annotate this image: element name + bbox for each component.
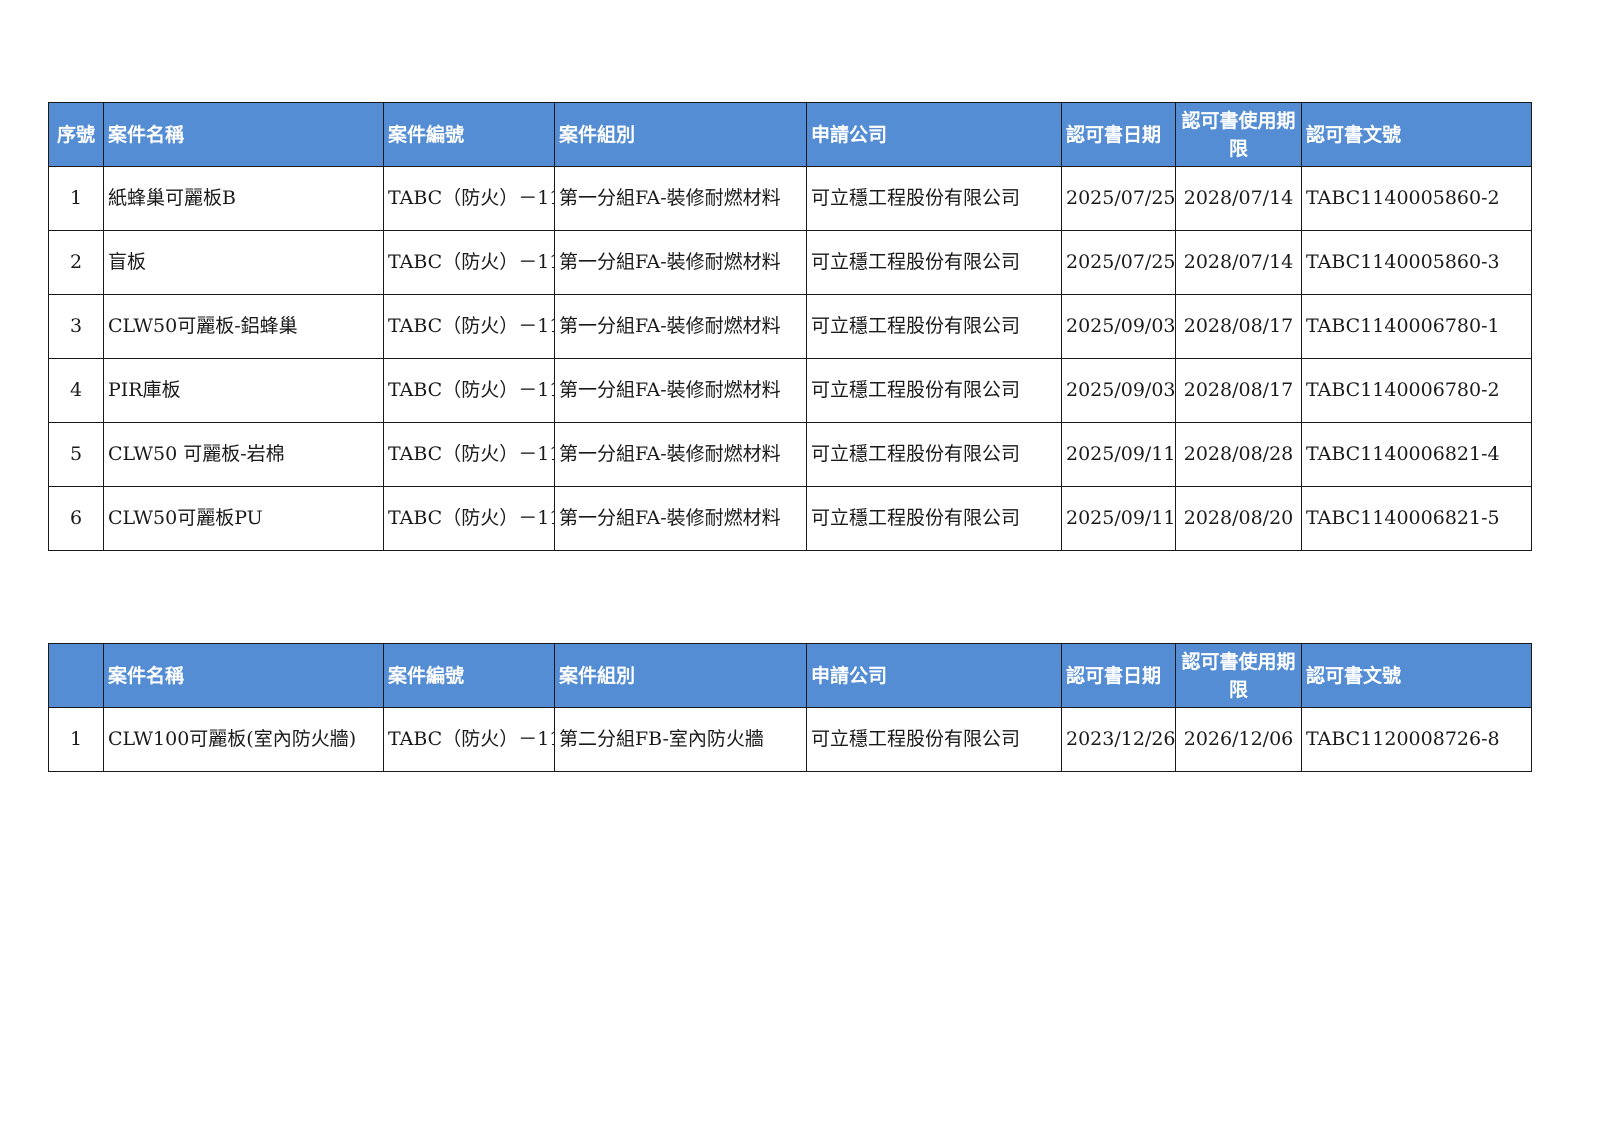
header-case-group: 案件組別 xyxy=(554,102,807,167)
header-doc-no: 認可書文號 xyxy=(1301,102,1532,167)
header-case-group: 案件組別 xyxy=(554,643,807,708)
cell-case-name: PIR庫板 xyxy=(103,358,384,423)
header-cert-date: 認可書日期 xyxy=(1061,643,1176,708)
cell-cert-date: 2023/12/26 xyxy=(1061,707,1176,772)
cell-case-name: CLW50可麗板PU xyxy=(103,486,384,551)
cell-case-name: CLW50可麗板-鋁蜂巢 xyxy=(103,294,384,359)
certification-table-fb: 案件名稱 案件編號 案件組別 申請公司 認可書日期 認可書使用期限 認可書文號 … xyxy=(48,643,1532,772)
cell-company: 可立穩工程股份有限公司 xyxy=(806,422,1062,487)
cell-case-group: 第一分組FA-裝修耐燃材料 xyxy=(554,486,807,551)
cell-cert-date: 2025/07/25 xyxy=(1061,230,1176,295)
cell-validity: 2028/08/20 xyxy=(1175,486,1302,551)
cell-seq: 2 xyxy=(48,230,104,295)
cell-case-code: TABC（防火）－114FA041C xyxy=(383,486,555,551)
cell-validity: 2028/08/17 xyxy=(1175,294,1302,359)
cell-cert-date: 2025/09/03 xyxy=(1061,294,1176,359)
cell-cert-date: 2025/09/11 xyxy=(1061,486,1176,551)
header-case-name: 案件名稱 xyxy=(103,643,384,708)
table-row: 4 PIR庫板 TABC（防火）－114FA037C 第一分組FA-裝修耐燃材料… xyxy=(48,358,1532,423)
table-row: 1 CLW100可麗板(室內防火牆) TABC（防火）－112FB113C 第二… xyxy=(48,707,1532,772)
cell-case-code: TABC（防火）－114FA040C xyxy=(383,422,555,487)
cell-case-group: 第一分組FA-裝修耐燃材料 xyxy=(554,230,807,295)
cell-doc-no: TABC1140005860-2 xyxy=(1301,166,1532,231)
cell-seq: 4 xyxy=(48,358,104,423)
cell-validity: 2028/07/14 xyxy=(1175,230,1302,295)
cell-case-group: 第一分組FA-裝修耐燃材料 xyxy=(554,358,807,423)
cell-case-code: TABC（防火）－114FA036C xyxy=(383,294,555,359)
cell-case-code: TABC（防火）－114FA027C xyxy=(383,166,555,231)
cell-doc-no: TABC1140006780-2 xyxy=(1301,358,1532,423)
header-validity: 認可書使用期限 xyxy=(1175,643,1302,708)
table-row: 3 CLW50可麗板-鋁蜂巢 TABC（防火）－114FA036C 第一分組FA… xyxy=(48,294,1532,359)
table-header-row: 序號 案件名稱 案件編號 案件組別 申請公司 認可書日期 認可書使用期限 認可書… xyxy=(48,102,1532,167)
cell-validity: 2026/12/06 xyxy=(1175,707,1302,772)
cell-doc-no: TABC1140006821-4 xyxy=(1301,422,1532,487)
cell-cert-date: 2025/07/25 xyxy=(1061,166,1176,231)
cell-validity: 2028/07/14 xyxy=(1175,166,1302,231)
cell-case-group: 第一分組FA-裝修耐燃材料 xyxy=(554,166,807,231)
certification-table-fa: 序號 案件名稱 案件編號 案件組別 申請公司 認可書日期 認可書使用期限 認可書… xyxy=(48,102,1532,551)
header-seq-empty xyxy=(48,643,104,708)
cell-case-group: 第一分組FA-裝修耐燃材料 xyxy=(554,294,807,359)
cell-case-code: TABC（防火）－112FB113C xyxy=(383,707,555,772)
cell-case-group: 第二分組FB-室內防火牆 xyxy=(554,707,807,772)
cell-seq: 6 xyxy=(48,486,104,551)
cell-cert-date: 2025/09/03 xyxy=(1061,358,1176,423)
header-company: 申請公司 xyxy=(806,102,1062,167)
table-row: 5 CLW50 可麗板-岩棉 TABC（防火）－114FA040C 第一分組FA… xyxy=(48,422,1532,487)
cell-case-group: 第一分組FA-裝修耐燃材料 xyxy=(554,422,807,487)
header-doc-no: 認可書文號 xyxy=(1301,643,1532,708)
header-case-code: 案件編號 xyxy=(383,643,555,708)
cell-company: 可立穩工程股份有限公司 xyxy=(806,707,1062,772)
cell-seq: 5 xyxy=(48,422,104,487)
cell-seq: 1 xyxy=(48,707,104,772)
table-row: 2 盲板 TABC（防火）－114FA028C 第一分組FA-裝修耐燃材料 可立… xyxy=(48,230,1532,295)
cell-case-name: CLW50 可麗板-岩棉 xyxy=(103,422,384,487)
header-case-name: 案件名稱 xyxy=(103,102,384,167)
cell-validity: 2028/08/28 xyxy=(1175,422,1302,487)
cell-case-name: 盲板 xyxy=(103,230,384,295)
cell-validity: 2028/08/17 xyxy=(1175,358,1302,423)
cell-seq: 1 xyxy=(48,166,104,231)
cell-cert-date: 2025/09/11 xyxy=(1061,422,1176,487)
header-case-code: 案件編號 xyxy=(383,102,555,167)
header-validity: 認可書使用期限 xyxy=(1175,102,1302,167)
cell-seq: 3 xyxy=(48,294,104,359)
cell-company: 可立穩工程股份有限公司 xyxy=(806,294,1062,359)
cell-case-code: TABC（防火）－114FA028C xyxy=(383,230,555,295)
cell-company: 可立穩工程股份有限公司 xyxy=(806,486,1062,551)
cell-doc-no: TABC1140005860-3 xyxy=(1301,230,1532,295)
cell-doc-no: TABC1140006821-5 xyxy=(1301,486,1532,551)
cell-doc-no: TABC1120008726-8 xyxy=(1301,707,1532,772)
cell-case-name: CLW100可麗板(室內防火牆) xyxy=(103,707,384,772)
cell-company: 可立穩工程股份有限公司 xyxy=(806,358,1062,423)
header-company: 申請公司 xyxy=(806,643,1062,708)
cell-case-code: TABC（防火）－114FA037C xyxy=(383,358,555,423)
cell-company: 可立穩工程股份有限公司 xyxy=(806,166,1062,231)
cell-case-name: 紙蜂巢可麗板B xyxy=(103,166,384,231)
table-row: 6 CLW50可麗板PU TABC（防火）－114FA041C 第一分組FA-裝… xyxy=(48,486,1532,551)
cell-doc-no: TABC1140006780-1 xyxy=(1301,294,1532,359)
header-cert-date: 認可書日期 xyxy=(1061,102,1176,167)
table-row: 1 紙蜂巢可麗板B TABC（防火）－114FA027C 第一分組FA-裝修耐燃… xyxy=(48,166,1532,231)
cell-company: 可立穩工程股份有限公司 xyxy=(806,230,1062,295)
table-header-row: 案件名稱 案件編號 案件組別 申請公司 認可書日期 認可書使用期限 認可書文號 xyxy=(48,643,1532,708)
header-seq: 序號 xyxy=(48,102,104,167)
